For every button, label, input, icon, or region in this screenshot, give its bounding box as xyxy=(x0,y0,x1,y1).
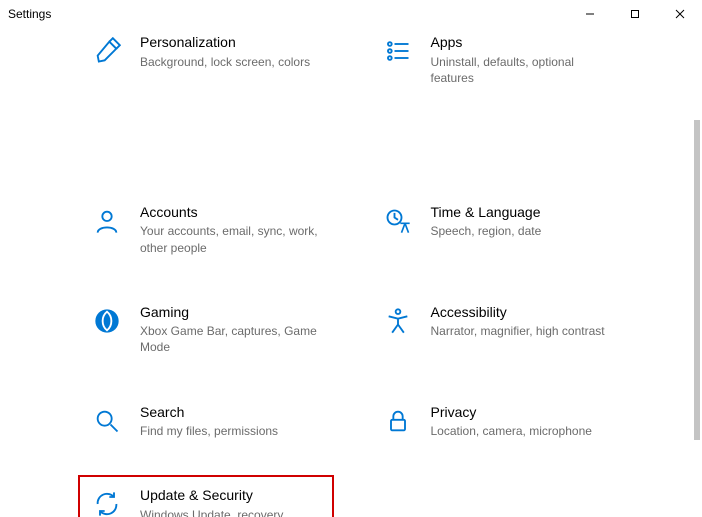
tile-title: Time & Language xyxy=(431,204,542,222)
tile-gaming[interactable]: Gaming Xbox Game Bar, captures, Game Mod… xyxy=(90,298,361,362)
tile-title: Accounts xyxy=(140,204,325,222)
tile-subtitle: Find my files, permissions xyxy=(140,423,278,439)
scrollbar-thumb[interactable] xyxy=(694,120,700,440)
window-controls xyxy=(567,0,702,28)
tile-title: Personalization xyxy=(140,34,310,52)
tile-subtitle: Windows Update, recovery, backup xyxy=(140,507,325,517)
close-button[interactable] xyxy=(657,0,702,28)
window-title: Settings xyxy=(8,7,51,21)
search-icon xyxy=(92,406,122,436)
apps-icon xyxy=(383,36,413,66)
tile-update-security[interactable]: Update & Security Windows Update, recove… xyxy=(78,475,334,517)
privacy-icon xyxy=(383,406,413,436)
tile-personalization[interactable]: Personalization Background, lock screen,… xyxy=(90,28,361,92)
settings-content: Personalization Background, lock screen,… xyxy=(0,28,691,517)
tile-title: Privacy xyxy=(431,404,592,422)
update-security-icon xyxy=(92,489,122,517)
accessibility-icon xyxy=(383,306,413,336)
maximize-button[interactable] xyxy=(612,0,657,28)
tile-subtitle: Your accounts, email, sync, work, other … xyxy=(140,223,325,255)
minimize-button[interactable] xyxy=(567,0,612,28)
tile-subtitle: Uninstall, defaults, optional features xyxy=(431,54,616,86)
settings-grid: Personalization Background, lock screen,… xyxy=(0,28,691,517)
time-language-icon xyxy=(383,206,413,236)
tile-search[interactable]: Search Find my files, permissions xyxy=(90,398,361,446)
tile-title: Accessibility xyxy=(431,304,605,322)
tile-subtitle: Background, lock screen, colors xyxy=(140,54,310,70)
tile-accounts[interactable]: Accounts Your accounts, email, sync, wor… xyxy=(90,198,361,262)
tile-subtitle: Xbox Game Bar, captures, Game Mode xyxy=(140,323,325,355)
tile-apps[interactable]: Apps Uninstall, defaults, optional featu… xyxy=(381,28,652,92)
tile-privacy[interactable]: Privacy Location, camera, microphone xyxy=(381,398,652,446)
tile-accessibility[interactable]: Accessibility Narrator, magnifier, high … xyxy=(381,298,652,362)
tile-subtitle: Speech, region, date xyxy=(431,223,542,239)
tile-title: Update & Security xyxy=(140,487,325,505)
accounts-icon xyxy=(92,206,122,236)
personalization-icon xyxy=(92,36,122,66)
tile-time-language[interactable]: Time & Language Speech, region, date xyxy=(381,198,652,262)
tile-subtitle: Narrator, magnifier, high contrast xyxy=(431,323,605,339)
tile-title: Apps xyxy=(431,34,616,52)
gaming-icon xyxy=(92,306,122,336)
tile-title: Gaming xyxy=(140,304,325,322)
tile-subtitle: Location, camera, microphone xyxy=(431,423,592,439)
tile-title: Search xyxy=(140,404,278,422)
